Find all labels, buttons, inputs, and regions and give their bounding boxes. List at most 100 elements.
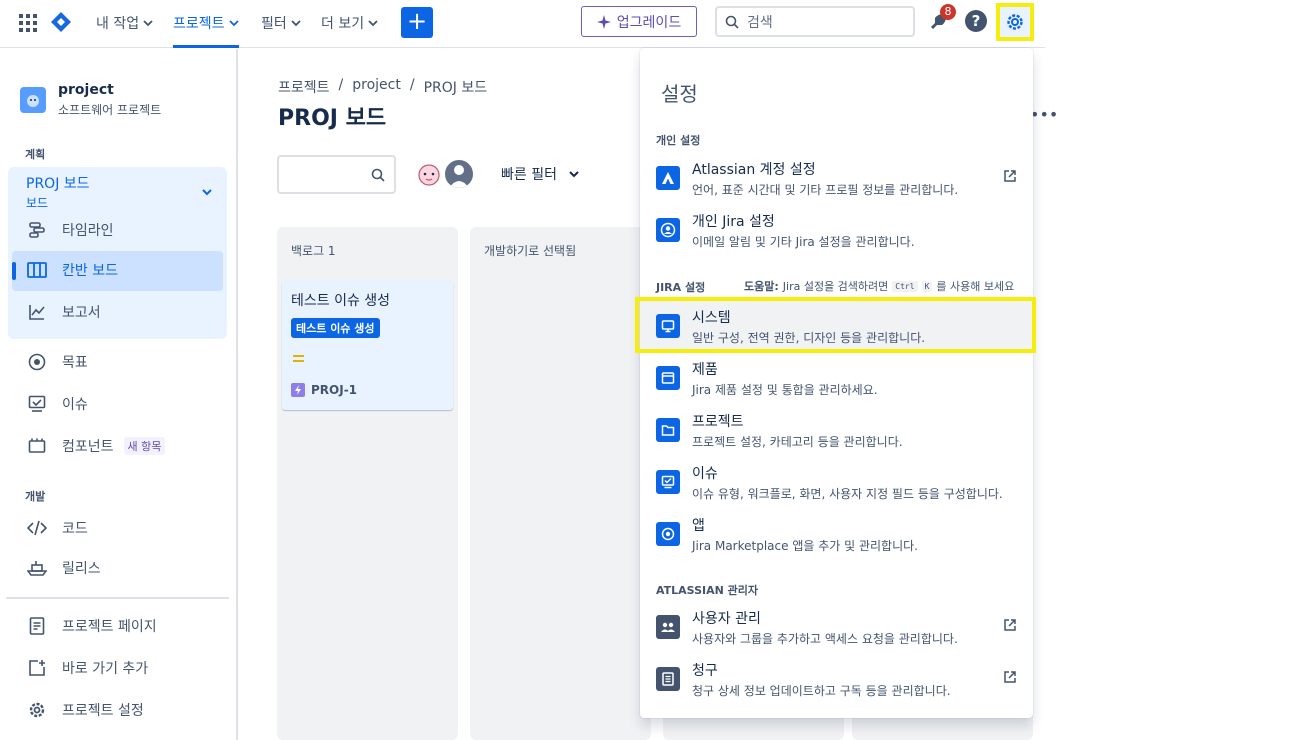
- app-switcher-icon[interactable]: [16, 11, 40, 35]
- sidebar-item-releases[interactable]: 릴리스: [26, 557, 101, 579]
- external-link-icon: [1004, 619, 1016, 631]
- issues-icon: [26, 393, 48, 415]
- sidebar-divider: [6, 597, 229, 599]
- more-actions-icon[interactable]: •••: [1030, 105, 1058, 124]
- project-header[interactable]: project 소프트웨어 프로젝트: [20, 82, 161, 118]
- chevron-down-icon[interactable]: [201, 186, 213, 198]
- nav-filters[interactable]: 필터: [261, 0, 301, 46]
- sidebar-item-kanban[interactable]: 칸반 보드: [26, 259, 118, 281]
- create-button[interactable]: +: [401, 7, 433, 38]
- menu-item-issues[interactable]: 이슈 이슈 유형, 워크플로, 화면, 사용자 지정 필드 등을 구성합니다.: [640, 456, 1033, 508]
- chevron-down-icon: [291, 20, 301, 27]
- board-selector-subtitle: 보드: [26, 196, 49, 210]
- sparkle-icon: [596, 14, 611, 29]
- card-key: PROJ-1: [291, 383, 357, 397]
- sidebar-item-issues[interactable]: 이슈: [26, 393, 88, 415]
- code-icon: [26, 517, 48, 539]
- menu-item-billing[interactable]: 청구 청구 상세 정보 업데이트하고 구독 등을 관리합니다.: [640, 653, 1033, 705]
- section-label-jira: JIRA 설정: [656, 281, 706, 294]
- board-column: 개발하기로 선택됨: [470, 227, 651, 740]
- column-title: 개발하기로 선택됨: [484, 244, 577, 258]
- notification-badge: 8: [940, 4, 956, 20]
- chevron-down-icon: [569, 171, 579, 178]
- menu-item-apps[interactable]: 앱 Jira Marketplace 앱을 추가 및 관리합니다.: [640, 508, 1033, 560]
- issues-icon: [656, 470, 680, 494]
- sidebar-item-goals[interactable]: 목표: [26, 351, 88, 373]
- breadcrumb-board[interactable]: PROJ 보드: [424, 77, 488, 97]
- system-highlight-annotation: [635, 297, 1036, 353]
- board-icon: [26, 259, 48, 281]
- chevron-down-icon: [143, 20, 153, 27]
- sidebar-item-project-pages[interactable]: 프로젝트 페이지: [26, 615, 157, 637]
- window-icon: [656, 366, 680, 390]
- upgrade-button[interactable]: 업그레이드: [581, 6, 697, 37]
- breadcrumb-separator: /: [338, 77, 344, 93]
- target-icon: [26, 351, 48, 373]
- card-epic-tag: 테스트 이슈 생성: [291, 318, 380, 338]
- project-sidebar: project 소프트웨어 프로젝트 계획 PROJ 보드 보드 타임라인 칸반…: [0, 49, 238, 740]
- section-label-personal: 개인 설정: [656, 134, 701, 147]
- priority-medium-icon: [293, 355, 304, 365]
- menu-item-atlassian-account[interactable]: Atlassian 계정 설정 언어, 표준 시간대 및 기타 프로필 정보를 …: [640, 152, 1033, 204]
- section-label-dev: 개발: [25, 490, 46, 503]
- chevron-down-icon: [368, 20, 378, 27]
- apps-icon: [656, 522, 680, 546]
- card-title: 테스트 이슈 생성: [291, 293, 391, 309]
- breadcrumb-separator: /: [409, 77, 415, 93]
- nav-more[interactable]: 더 보기: [321, 0, 378, 46]
- chart-icon: [26, 301, 48, 323]
- settings-menu-title: 설정: [661, 82, 698, 106]
- user-icon: [449, 165, 469, 188]
- section-label-plan: 계획: [25, 148, 46, 161]
- avatar[interactable]: [413, 158, 445, 190]
- search-icon: [371, 168, 385, 182]
- top-navigation: 내 작업 프로젝트 필터 더 보기 + 업그레이드 검색 8 ?: [0, 0, 1045, 48]
- receipt-icon: [656, 667, 680, 691]
- nav-my-work[interactable]: 내 작업: [96, 0, 153, 46]
- issue-card[interactable]: 테스트 이슈 생성 테스트 이슈 생성 PROJ-1: [282, 280, 453, 410]
- section-label-admin: ATLASSIAN 관리자: [656, 584, 759, 597]
- board-search-input[interactable]: [277, 155, 396, 194]
- menu-item-products[interactable]: 제품 Jira 제품 설정 및 통합을 관리하세요.: [640, 352, 1033, 404]
- column-title: 백로그 1: [291, 244, 336, 258]
- board-selector[interactable]: PROJ 보드: [26, 173, 90, 193]
- jira-logo-icon[interactable]: [50, 11, 72, 33]
- sidebar-item-code[interactable]: 코드: [26, 517, 88, 539]
- components-icon: [26, 435, 48, 457]
- settings-gear-button[interactable]: [996, 3, 1034, 41]
- page-title: PROJ 보드: [278, 106, 387, 131]
- help-icon[interactable]: ?: [965, 10, 987, 32]
- new-badge: 새 항목: [123, 437, 166, 455]
- active-indicator: [12, 262, 16, 280]
- gear-icon: [1007, 14, 1023, 30]
- atlassian-logo-icon: [656, 166, 680, 190]
- avatar[interactable]: [443, 158, 475, 190]
- external-link-icon: [1004, 671, 1016, 683]
- timeline-icon: [26, 219, 48, 241]
- sidebar-item-components[interactable]: 컴포넌트 새 항목: [26, 435, 166, 457]
- menu-item-projects[interactable]: 프로젝트 프로젝트 설정, 카테고리 등을 관리합니다.: [640, 404, 1033, 456]
- menu-item-user-management[interactable]: 사용자 관리 사용자와 그룹을 추가하고 액세스 요청을 관리합니다.: [640, 601, 1033, 653]
- sidebar-item-reports[interactable]: 보고서: [26, 301, 101, 323]
- external-link-icon: [1004, 170, 1016, 182]
- breadcrumb-projects[interactable]: 프로젝트: [278, 77, 330, 97]
- person-icon: [656, 218, 680, 242]
- sidebar-item-project-settings[interactable]: 프로젝트 설정: [26, 699, 144, 721]
- menu-item-personal-jira[interactable]: 개인 Jira 설정 이메일 알림 및 기타 Jira 설정을 관리합니다.: [640, 204, 1033, 256]
- page-icon: [26, 615, 48, 637]
- project-avatar-icon: [27, 95, 39, 107]
- settings-menu: 설정 개인 설정 Atlassian 계정 설정 언어, 표준 시간대 및 기타…: [640, 48, 1033, 718]
- project-name: project: [58, 82, 114, 98]
- chevron-down-icon: [228, 20, 239, 27]
- search-input[interactable]: 검색: [715, 6, 915, 37]
- nav-projects[interactable]: 프로젝트: [173, 0, 239, 48]
- project-type: 소프트웨어 프로젝트: [58, 103, 162, 117]
- kbd-ctrl: Ctrl: [892, 280, 918, 292]
- ship-icon: [26, 557, 48, 579]
- sidebar-item-add-shortcut[interactable]: 바로 가기 추가: [26, 657, 148, 679]
- folder-icon: [656, 418, 680, 442]
- sidebar-item-timeline[interactable]: 타임라인: [26, 219, 114, 241]
- people-icon: [656, 615, 680, 639]
- breadcrumb-project[interactable]: project: [352, 77, 401, 97]
- quick-filter-dropdown[interactable]: 빠른 필터: [501, 164, 579, 184]
